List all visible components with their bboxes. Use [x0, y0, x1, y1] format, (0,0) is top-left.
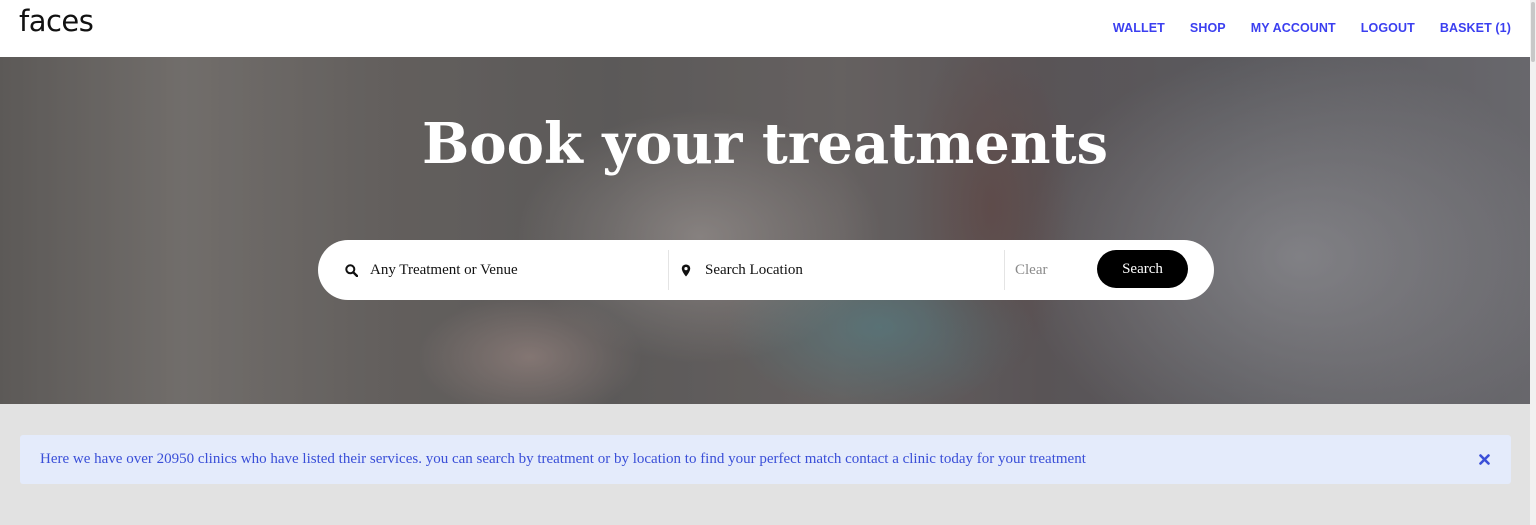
clear-button[interactable]: Clear — [1015, 240, 1047, 300]
nav-logout-link[interactable]: LOGOUT — [1361, 21, 1415, 35]
hero-banner: Book your treatments Clear Search — [0, 57, 1530, 404]
site-logo[interactable]: faces — [19, 4, 94, 38]
location-field — [679, 240, 1003, 300]
search-divider — [668, 250, 669, 290]
search-icon — [344, 263, 358, 277]
nav-my-account-link[interactable]: MY ACCOUNT — [1251, 21, 1336, 35]
location-input[interactable] — [703, 260, 987, 280]
nav-basket-link[interactable]: BASKET (1) — [1440, 21, 1511, 35]
page-scrollbar[interactable] — [1530, 0, 1536, 525]
map-pin-icon — [679, 263, 693, 277]
treatment-input[interactable] — [368, 260, 652, 280]
info-banner: Here we have over 20950 clinics who have… — [20, 435, 1511, 484]
info-banner-text: Here we have over 20950 clinics who have… — [40, 451, 1086, 467]
nav-shop-link[interactable]: SHOP — [1190, 21, 1226, 35]
hero-title: Book your treatments — [421, 111, 1109, 177]
treatment-field — [344, 240, 668, 300]
top-nav: WALLET SHOP MY ACCOUNT LOGOUT BASKET (1) — [1113, 21, 1511, 35]
search-bar: Clear Search — [318, 240, 1214, 300]
scrollbar-thumb[interactable] — [1531, 2, 1535, 62]
hero-background-image — [0, 57, 1530, 404]
site-header: faces WALLET SHOP MY ACCOUNT LOGOUT BASK… — [0, 0, 1530, 57]
search-button[interactable]: Search — [1097, 250, 1188, 288]
search-divider — [1004, 250, 1005, 290]
close-icon[interactable] — [1477, 452, 1491, 466]
nav-wallet-link[interactable]: WALLET — [1113, 21, 1165, 35]
